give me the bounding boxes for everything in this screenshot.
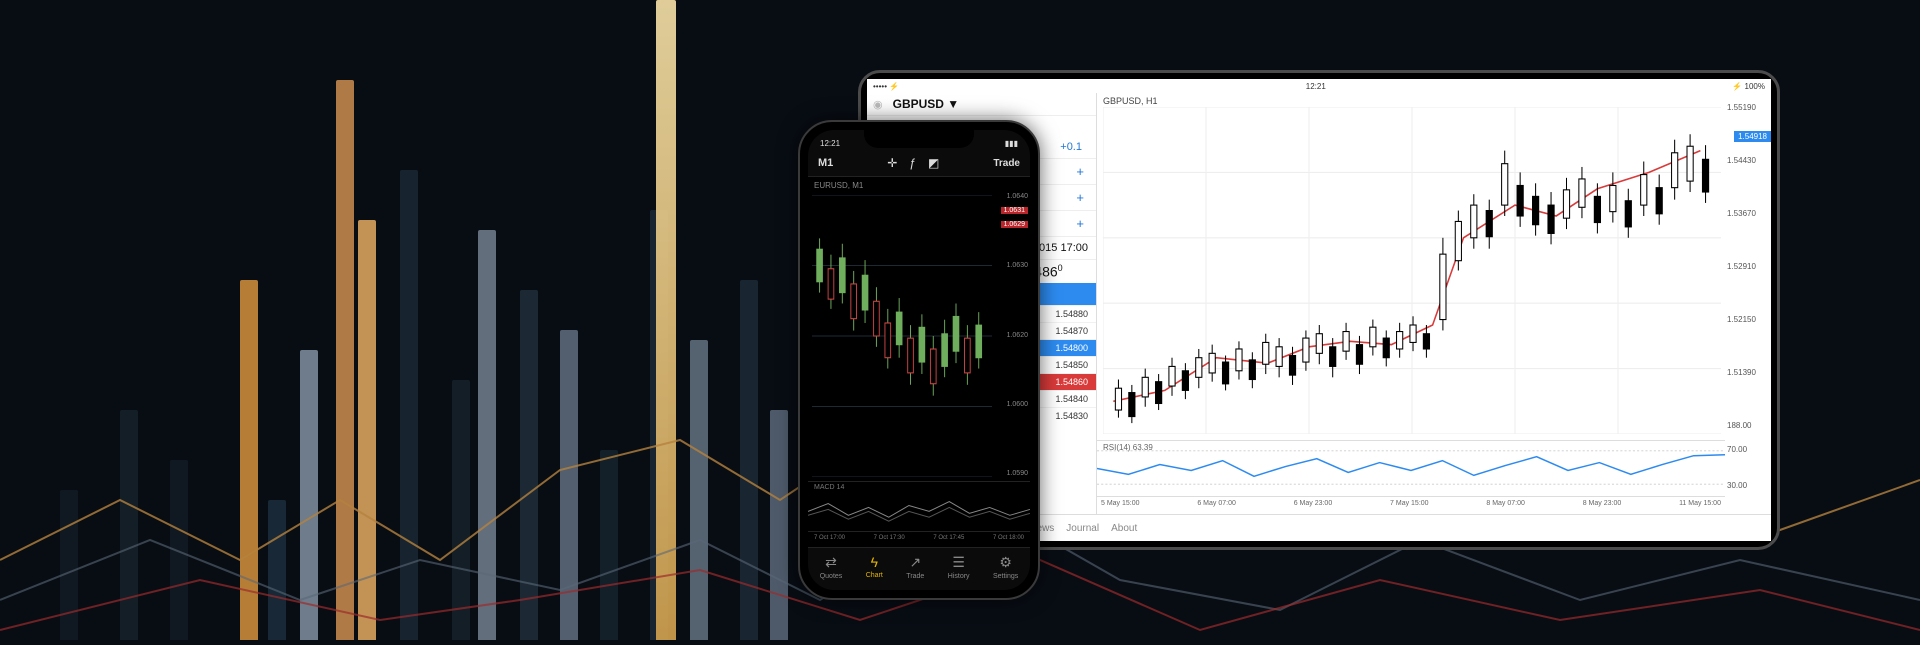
phone-chart-title: EURUSD, M1	[814, 181, 863, 190]
status-right: ▮▮▮	[1005, 139, 1018, 148]
symbol-selector[interactable]: GBPUSD ▼	[893, 97, 960, 111]
trade-icon: ↗	[909, 554, 921, 571]
phone-screen: 12:21 ▮▮▮ M1 ✛ ƒ ◩ Trade EURUSD, M1 1.06…	[808, 130, 1030, 590]
status-right: ⚡ 100%	[1732, 82, 1765, 91]
tp-plus[interactable]: +	[1072, 216, 1088, 231]
timeframe[interactable]: M1	[818, 157, 833, 169]
tab-chart[interactable]: ϟChart	[866, 554, 883, 580]
status-left: ••••• ⚡	[873, 82, 899, 91]
qty-inc-large[interactable]: +0.1	[1054, 141, 1088, 153]
phone-x-axis: 7 Oct 17:00 7 Oct 17:30 7 Oct 17:45 7 Oc…	[808, 531, 1030, 547]
crosshair-icon[interactable]: ✛	[887, 156, 897, 170]
rsi-label: RSI(14) 63.39	[1103, 443, 1153, 452]
phone-indicator-label: MACD 14	[814, 484, 844, 491]
rsi-panel: RSI(14) 63.39 70.00 30.00	[1097, 440, 1725, 494]
tablet-status-bar: ••••• ⚡ 12:21 ⚡ 100%	[867, 79, 1771, 93]
objects-icon[interactable]: ◩	[928, 156, 939, 170]
tab-journal[interactable]: Journal	[1066, 523, 1099, 534]
tablet-chart[interactable]: GBPUSD, H1 1.54918 1.55190 1.54430 1.536…	[1097, 93, 1771, 514]
chart-icon: ϟ	[871, 554, 878, 570]
chart-y-axis: 1.55190 1.54430 1.53670 1.52910 1.52150 …	[1725, 93, 1771, 440]
phone-toolbar: M1 ✛ ƒ ◩ Trade	[808, 150, 1030, 177]
tab-trade[interactable]: ↗Trade	[906, 554, 924, 580]
candlestick-area	[1103, 107, 1721, 434]
phone-chart[interactable]: EURUSD, M1 1.0631 1.0629 1.0640 1.0630 1…	[808, 177, 1030, 547]
price-plus[interactable]: +	[1072, 164, 1088, 179]
phone-candles	[812, 195, 992, 477]
phone-device: 12:21 ▮▮▮ M1 ✛ ƒ ◩ Trade EURUSD, M1 1.06…	[798, 120, 1040, 600]
trade-button[interactable]: Trade	[993, 158, 1020, 169]
phone-y-axis: 1.0640 1.0630 1.0620 1.0600 1.0590	[994, 193, 1028, 477]
chart-x-axis: 5 May 15:00 6 May 07:00 6 May 23:00 7 Ma…	[1097, 496, 1725, 514]
tab-quotes[interactable]: ⇄Quotes	[820, 554, 843, 580]
user-icon: ◉	[873, 98, 883, 111]
phone-indicator-panel: MACD 14	[808, 481, 1030, 529]
quotes-icon: ⇄	[825, 554, 837, 571]
sl-plus[interactable]: +	[1072, 190, 1088, 205]
tab-settings[interactable]: ⚙Settings	[993, 554, 1018, 580]
tab-about[interactable]: About	[1111, 523, 1137, 534]
chart-title: GBPUSD, H1	[1103, 96, 1158, 106]
gear-icon: ⚙	[999, 554, 1012, 571]
indicator-icon[interactable]: ƒ	[909, 156, 916, 170]
status-time: 12:21	[1306, 82, 1326, 91]
phone-bottom-tabs: ⇄Quotes ϟChart ↗Trade ☰History ⚙Settings	[808, 547, 1030, 590]
tab-history[interactable]: ☰History	[948, 554, 970, 580]
history-icon: ☰	[952, 554, 965, 571]
status-time: 12:21	[820, 139, 840, 148]
phone-notch	[864, 128, 974, 148]
